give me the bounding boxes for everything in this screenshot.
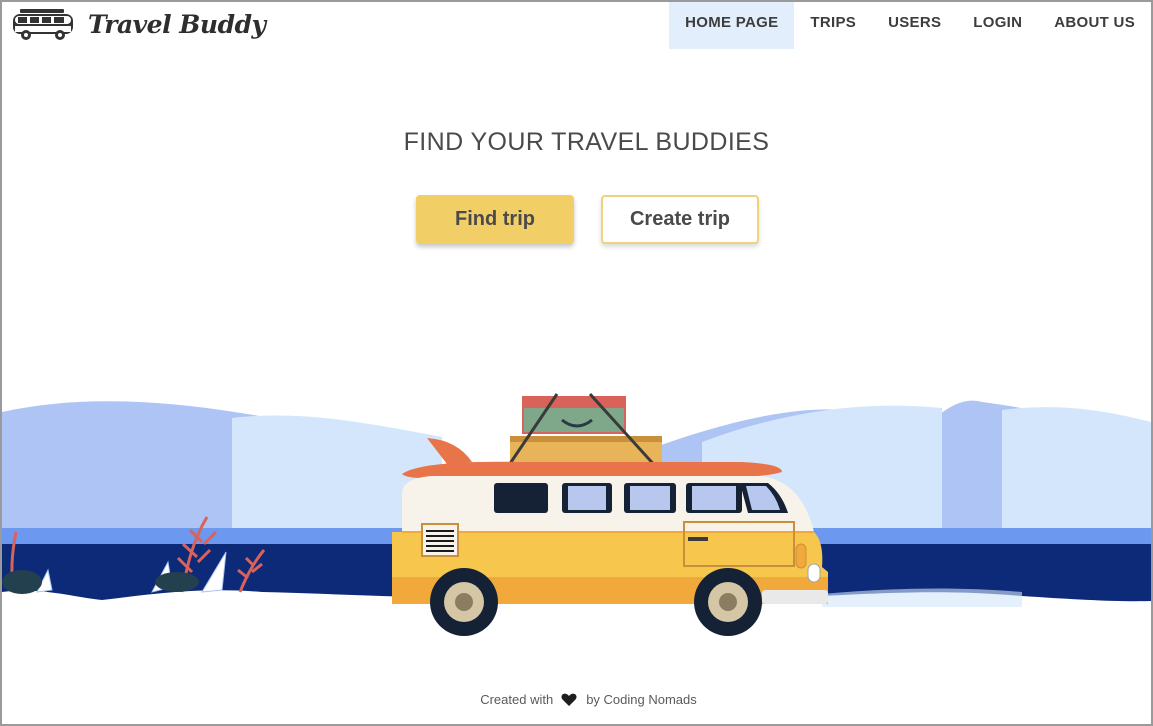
- create-trip-button[interactable]: Create trip: [601, 195, 759, 244]
- brand-logo[interactable]: Travel Buddy: [10, 6, 266, 42]
- footer: Created with by Coding Nomads: [2, 692, 1151, 707]
- hero-headline: FIND YOUR TRAVEL BUDDIES: [403, 128, 770, 156]
- main-nav: HOME PAGE TRIPS USERS LOGIN ABOUT US: [669, 2, 1151, 49]
- footer-prefix: Created with: [480, 692, 554, 707]
- nav-login[interactable]: LOGIN: [957, 2, 1038, 49]
- nav-users[interactable]: USERS: [872, 2, 957, 49]
- nav-home-page[interactable]: HOME PAGE: [669, 2, 795, 49]
- page: Travel Buddy HOME PAGE TRIPS USERS LOGIN…: [2, 2, 1151, 724]
- nav-trips[interactable]: TRIPS: [794, 2, 872, 49]
- top-navbar: Travel Buddy HOME PAGE TRIPS USERS LOGIN…: [2, 2, 1151, 50]
- heart-icon: [561, 693, 577, 706]
- find-trip-button[interactable]: Find trip: [416, 195, 574, 244]
- footer-suffix: by Coding Nomads: [586, 692, 697, 707]
- hero-illustration: [2, 392, 1151, 662]
- brand-name: Travel Buddy: [88, 9, 266, 39]
- van-logo-icon: [13, 9, 73, 40]
- nav-about-us[interactable]: ABOUT US: [1038, 2, 1151, 49]
